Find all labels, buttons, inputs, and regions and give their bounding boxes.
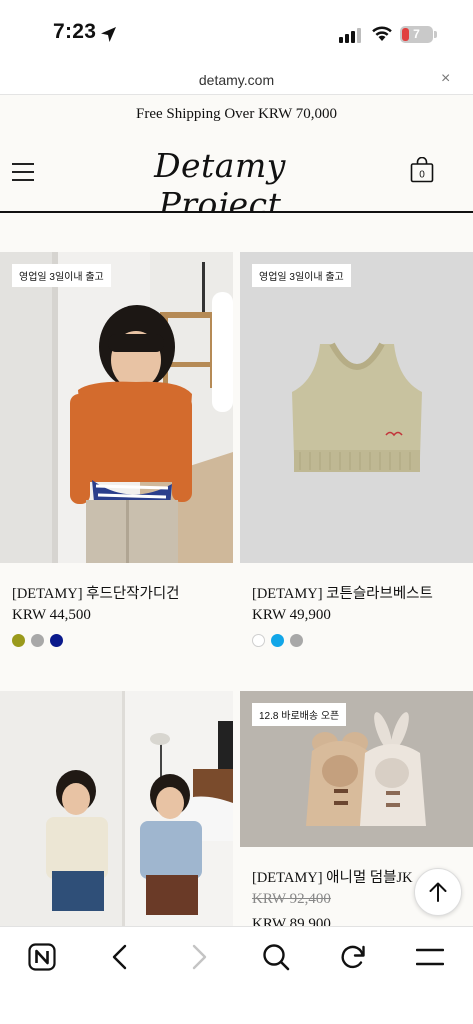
scroll-to-top-button[interactable]: [414, 868, 462, 916]
color-swatch[interactable]: [31, 634, 44, 647]
product-name[interactable]: [DETAMY] 코튼슬라브베스트: [252, 582, 433, 603]
product-price: KRW 89,900: [252, 916, 331, 926]
back-button[interactable]: [102, 939, 138, 975]
hamburger-menu-icon[interactable]: [12, 163, 34, 181]
forward-button[interactable]: [181, 939, 217, 975]
product-price: KRW 49,900: [252, 607, 331, 623]
reload-icon: [341, 945, 365, 969]
product-name[interactable]: [DETAMY] 애니멀 덤블JK: [252, 866, 413, 887]
color-swatch[interactable]: [271, 634, 284, 647]
product-badge: 영업일 3일이내 출고: [12, 264, 111, 287]
url-text[interactable]: detamy.com: [0, 72, 473, 88]
product-image[interactable]: 12.8 바로배송 오픈: [240, 691, 473, 847]
product-image[interactable]: 영업일 3일이내 출고: [240, 252, 473, 563]
product-grid: 영업일 3일이내 출고 [DETAMY] 후드단작가디건 KRW 44,500: [0, 213, 473, 926]
wifi-icon: [372, 26, 392, 41]
back-icon: [112, 944, 127, 970]
bag-count: 0: [419, 170, 425, 181]
product-price: KRW 44,500: [12, 607, 91, 623]
location-arrow-icon: [101, 27, 116, 42]
site-header: Free Shipping Over KRW 70,000 Detamy Pro…: [0, 95, 473, 224]
search-icon: [263, 944, 290, 971]
product-original-price: KRW 92,400: [252, 891, 331, 907]
color-swatches: [252, 634, 303, 647]
product-badge: 영업일 3일이내 출고: [252, 264, 351, 287]
status-bar: 7:23 7: [0, 0, 473, 68]
browser-menu-button[interactable]: [412, 939, 448, 975]
product-image[interactable]: 영업일 3일이내 출고: [0, 252, 233, 563]
color-swatch[interactable]: [12, 634, 25, 647]
product-name[interactable]: [DETAMY] 후드단작가디건: [12, 582, 180, 603]
cellular-signal-icon: [339, 27, 361, 43]
color-swatches: [12, 634, 63, 647]
url-bar[interactable]: detamy.com ×: [0, 68, 473, 95]
color-swatch[interactable]: [252, 634, 265, 647]
menu-icon: [416, 948, 444, 966]
arrow-up-icon: [429, 882, 447, 902]
battery-icon: 7: [400, 26, 433, 43]
browser-toolbar: [0, 926, 473, 1024]
search-button[interactable]: [258, 939, 294, 975]
promo-banner[interactable]: Free Shipping Over KRW 70,000: [0, 106, 473, 123]
color-swatch[interactable]: [290, 634, 303, 647]
naver-home-icon: [28, 943, 56, 971]
battery-level: 7: [413, 27, 420, 41]
shopping-bag-icon[interactable]: 0: [410, 157, 434, 183]
reload-button[interactable]: [335, 939, 371, 975]
close-icon[interactable]: ×: [441, 70, 450, 88]
product-image[interactable]: [0, 691, 233, 926]
naver-home-button[interactable]: [24, 939, 60, 975]
status-time: 7:23: [53, 20, 97, 43]
forward-icon: [192, 944, 207, 970]
product-card[interactable]: 영업일 3일이내 출고 [DETAMY] 후드단작가디건 KRW 44,500: [0, 252, 233, 652]
product-card[interactable]: [0, 691, 233, 926]
product-card[interactable]: 영업일 3일이내 출고 [DETAMY] 코튼슬라브베스트 KRW 49,900: [240, 252, 473, 652]
color-swatch[interactable]: [50, 634, 63, 647]
product-badge: 12.8 바로배송 오픈: [252, 703, 347, 726]
